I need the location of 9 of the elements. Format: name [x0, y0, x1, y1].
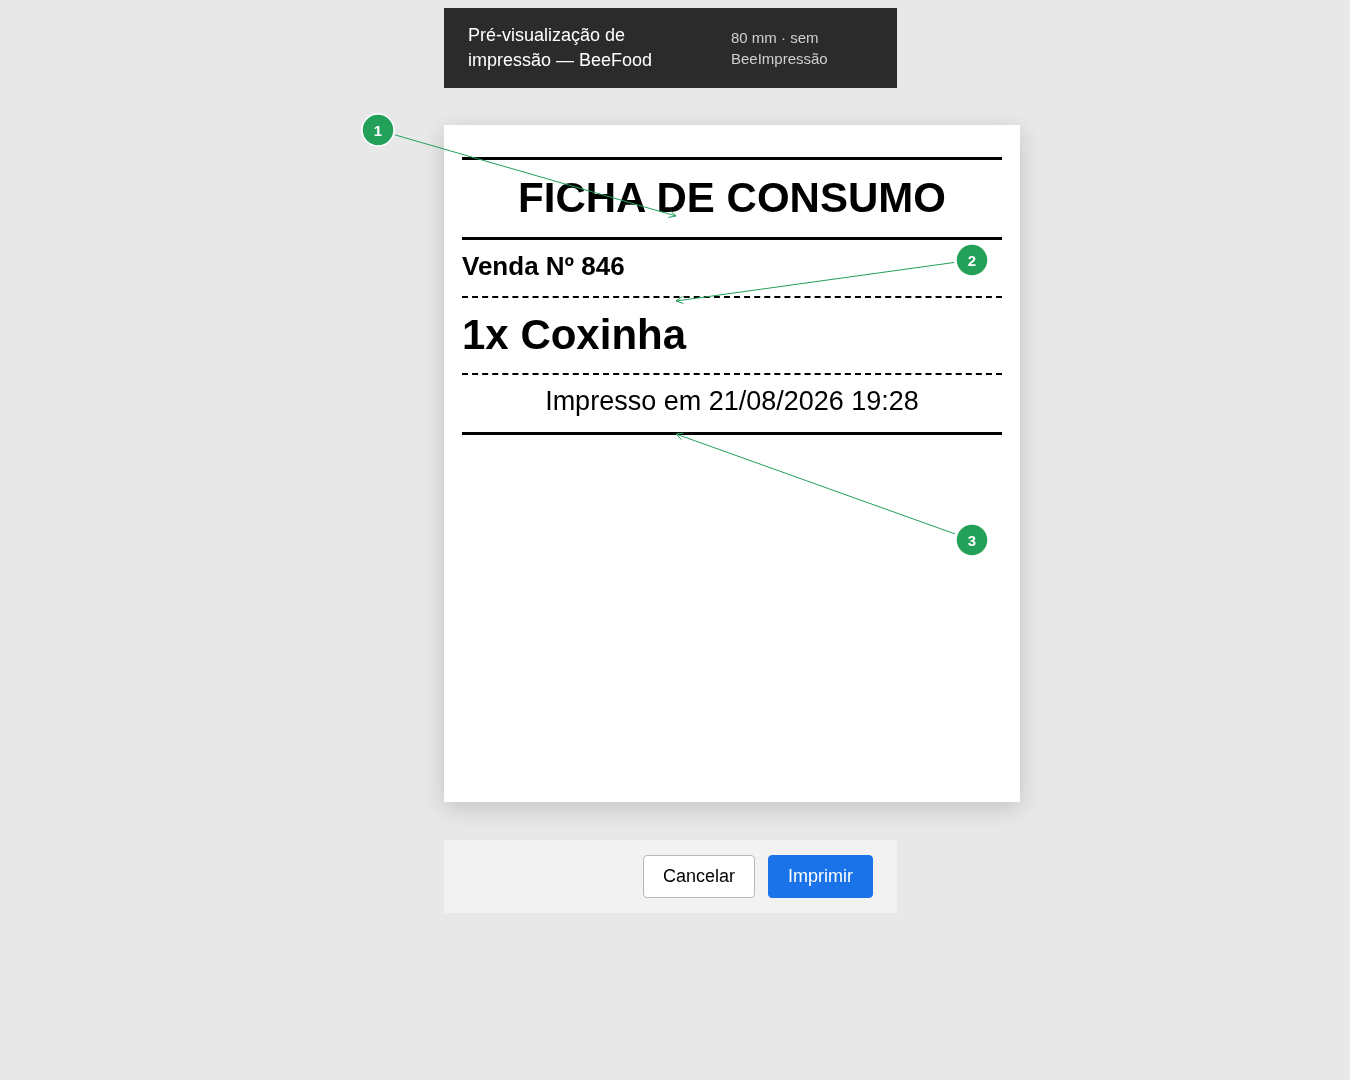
- preview-title: Pré-visualização de impressão — BeeFood: [468, 24, 654, 72]
- callout-marker: 1: [361, 113, 395, 147]
- printed-timestamp: Impresso em 21/08/2026 19:28: [544, 385, 920, 418]
- cancel-button[interactable]: Cancelar: [642, 855, 755, 898]
- callout-marker: 3: [955, 523, 989, 557]
- callout-marker: 2: [955, 243, 989, 277]
- paper-info: 80 mm · sem BeeImpressão: [731, 28, 829, 69]
- print-button[interactable]: Imprimir: [768, 855, 873, 898]
- order-item: 1x Coxinha: [462, 298, 1002, 375]
